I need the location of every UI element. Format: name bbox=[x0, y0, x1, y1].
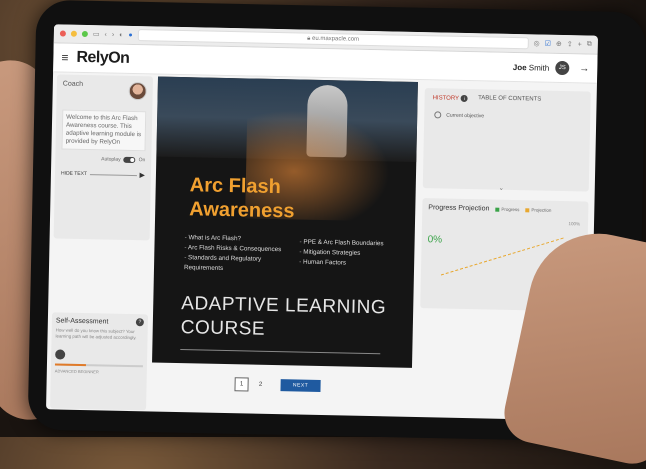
user-first-name: Joe bbox=[512, 62, 527, 72]
legend-projection-swatch bbox=[525, 207, 530, 212]
coach-panel: Coach Welcome to this Arc Flash Awarenes… bbox=[53, 74, 154, 241]
close-window-dot[interactable] bbox=[59, 30, 66, 37]
page-1-button[interactable]: 1 bbox=[234, 377, 249, 392]
divider bbox=[180, 349, 381, 355]
logout-arrow-icon[interactable]: → bbox=[579, 63, 589, 74]
self-assessment-description: How well do you know this subject? Your … bbox=[55, 327, 137, 341]
back-icon[interactable]: ‹ bbox=[104, 31, 106, 38]
chevron-down-icon[interactable]: ⌄ bbox=[499, 185, 504, 192]
legend-progress-label: Progress bbox=[501, 206, 520, 213]
self-assessment-panel: Self-Assessment ? How well do you know t… bbox=[50, 312, 149, 411]
extension-icon[interactable]: ● bbox=[128, 31, 132, 38]
tabs-overview-icon[interactable]: ⧉ bbox=[587, 41, 592, 49]
skill-level-fill bbox=[54, 363, 86, 367]
progress-max-label: 100% bbox=[568, 221, 581, 227]
legend-projection-label: Projection bbox=[531, 207, 552, 213]
legend-progress: Progress bbox=[495, 206, 520, 213]
course-subtitle: ADAPTIVE LEARNING COURSE bbox=[181, 292, 387, 344]
user-last-name: Smith bbox=[528, 62, 550, 73]
topics-list-left: What is Arc Flash? Arc Flash Risks & Con… bbox=[184, 233, 300, 275]
checkbox-extension-icon[interactable]: ☑ bbox=[545, 40, 551, 48]
tab-table-of-contents[interactable]: TABLE OF CONTENTS bbox=[478, 95, 541, 103]
progress-title: Progress Projection bbox=[428, 204, 490, 213]
user-profile[interactable]: Joe Smith JS → bbox=[513, 60, 590, 76]
share-icon[interactable]: ⇪ bbox=[567, 40, 573, 48]
list-item: Standards and Regulatory Requirements bbox=[184, 253, 299, 275]
sidebar-icon[interactable]: ▭ bbox=[93, 30, 100, 38]
progress-value: 0% bbox=[427, 234, 443, 246]
autoplay-control: Autoplay On bbox=[61, 156, 146, 164]
slide-title-line1: Arc Flash bbox=[189, 174, 282, 199]
autoplay-state: On bbox=[138, 157, 146, 164]
legend-progress-swatch bbox=[495, 207, 500, 212]
coach-message: Welcome to this Arc Flash Awareness cour… bbox=[61, 109, 147, 152]
topics-list-right: PPE & Arc Flash Boundaries Mitigation St… bbox=[299, 238, 410, 270]
list-item: Human Factors bbox=[299, 258, 409, 270]
person-icon bbox=[55, 349, 66, 360]
hide-text-control: HIDE TEXT ▶ bbox=[61, 170, 145, 180]
download-icon[interactable]: ⊕ bbox=[556, 40, 562, 48]
hamburger-menu-icon[interactable]: ≡ bbox=[61, 51, 68, 65]
left-panel: Coach Welcome to this Arc Flash Awarenes… bbox=[50, 74, 154, 411]
course-slide: Arc Flash Awareness What is Arc Flash? A… bbox=[152, 76, 418, 368]
autoplay-label: Autoplay bbox=[101, 156, 121, 163]
reader-icon[interactable]: ◎ bbox=[533, 39, 539, 47]
legend-projection: Projection bbox=[525, 207, 551, 213]
info-icon[interactable]: i bbox=[461, 94, 469, 103]
history-panel: HISTORY i TABLE OF CONTENTS Current obje… bbox=[422, 88, 591, 192]
skill-level-label: ADVANCED BEGINNER bbox=[54, 368, 99, 375]
self-assessment-header: Self-Assessment ? bbox=[55, 316, 144, 327]
maximize-window-dot[interactable] bbox=[81, 30, 88, 38]
coach-avatar bbox=[128, 81, 147, 101]
course-subtitle-line2: COURSE bbox=[180, 317, 266, 340]
help-icon[interactable]: ? bbox=[135, 318, 144, 327]
autoplay-toggle[interactable] bbox=[123, 156, 136, 164]
relyon-logo[interactable]: RelyOn bbox=[76, 49, 129, 68]
slide-title: Arc Flash Awareness bbox=[189, 173, 295, 223]
minimize-window-dot[interactable] bbox=[70, 30, 77, 37]
url-text: eu.maxpacle.com bbox=[311, 35, 360, 43]
new-tab-icon[interactable]: + bbox=[578, 41, 582, 48]
shield-icon[interactable]: ◐ bbox=[119, 31, 123, 38]
forward-icon[interactable]: › bbox=[112, 31, 114, 38]
objective-label: Current objective bbox=[446, 112, 485, 119]
slide-title-line2: Awareness bbox=[189, 198, 295, 223]
pagination: 1 2 NEXT bbox=[234, 377, 321, 393]
progress-header: Progress Projection Progress Projection bbox=[428, 204, 582, 214]
tab-history-label: HISTORY bbox=[432, 94, 460, 102]
play-icon[interactable]: ▶ bbox=[139, 171, 145, 179]
self-assessment-title: Self-Assessment bbox=[55, 316, 109, 326]
circle-icon bbox=[434, 111, 442, 119]
objective-item[interactable]: Current objective bbox=[424, 105, 590, 127]
audio-progress-bar[interactable] bbox=[89, 173, 137, 176]
next-button[interactable]: NEXT bbox=[280, 379, 321, 393]
avatar[interactable]: JS bbox=[555, 60, 570, 76]
page-2-button[interactable]: 2 bbox=[254, 379, 266, 391]
tab-history[interactable]: HISTORY i bbox=[432, 94, 469, 103]
hide-text-button[interactable]: HIDE TEXT bbox=[61, 171, 87, 178]
skill-level-slider[interactable] bbox=[54, 363, 143, 368]
